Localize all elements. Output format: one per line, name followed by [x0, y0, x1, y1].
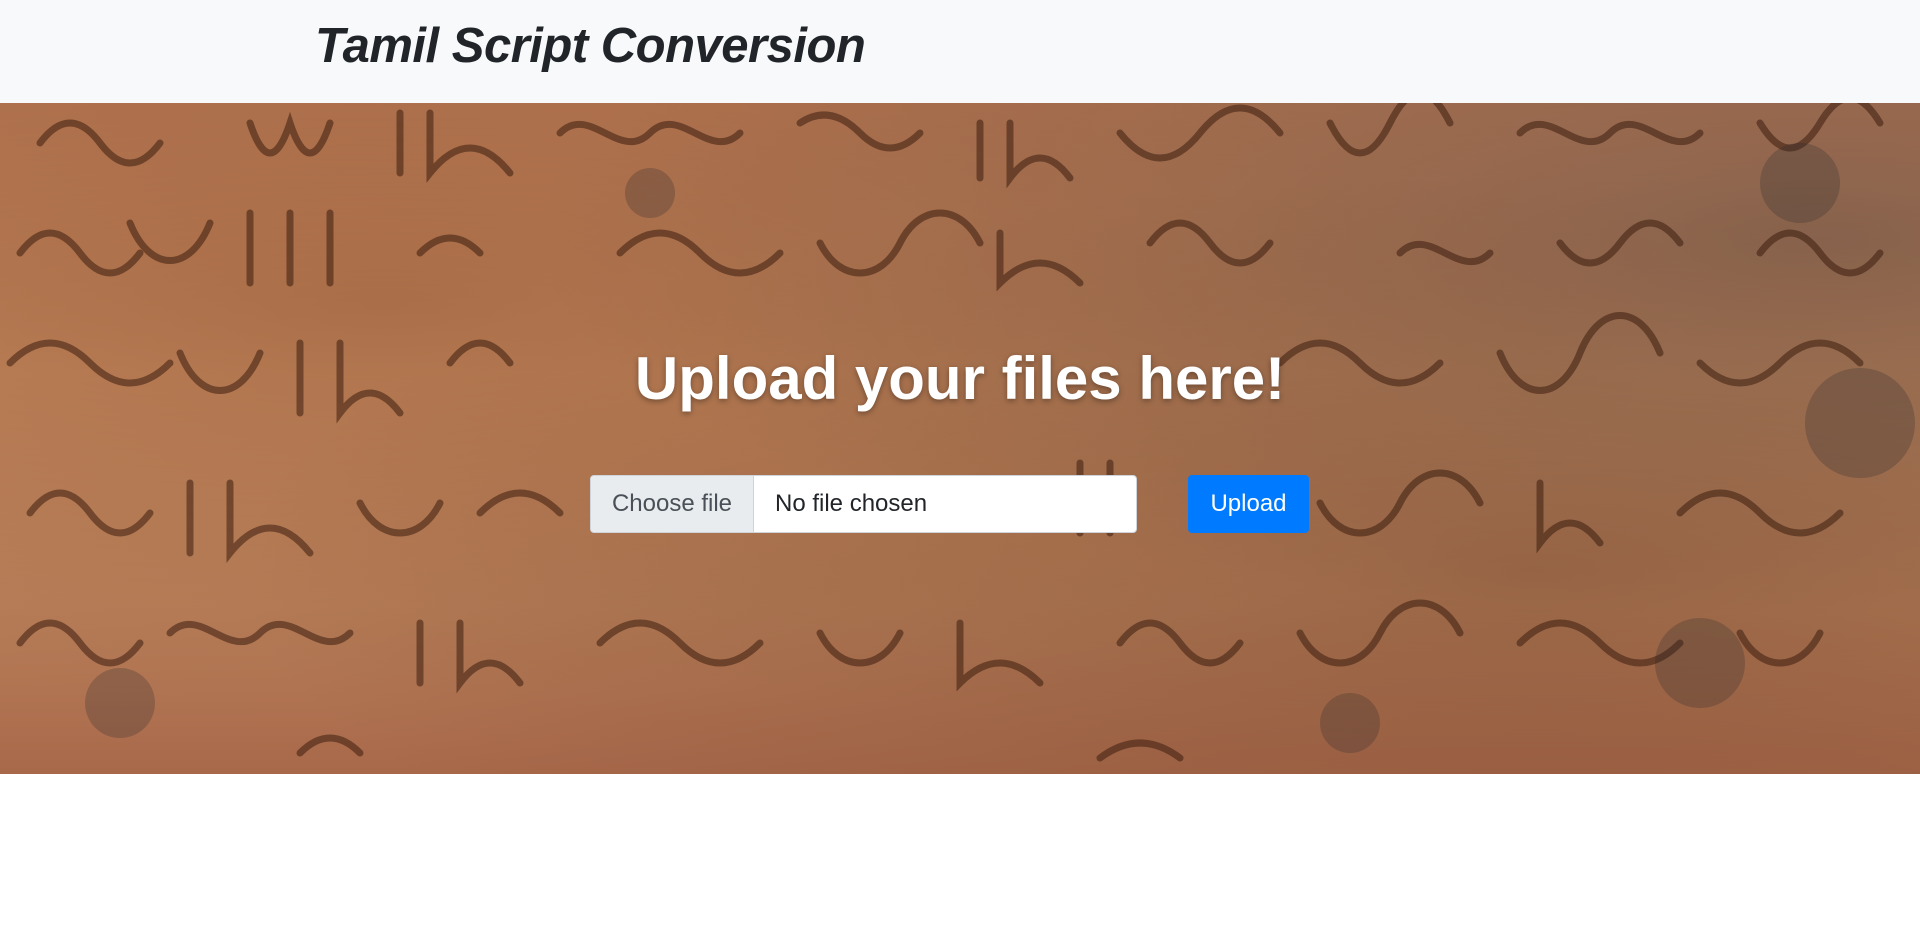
hero-banner: Upload your files here! Choose file No f…: [0, 103, 1920, 774]
file-status-text: No file chosen: [775, 490, 928, 517]
file-input[interactable]: Choose file No file chosen: [590, 475, 1137, 533]
hero-title: Upload your files here!: [634, 345, 1286, 412]
brand-title[interactable]: Tamil Script Conversion: [315, 18, 866, 74]
choose-file-button[interactable]: Choose file: [591, 476, 754, 532]
stone-inscription-background: [6, 103, 1915, 762]
navbar: Tamil Script Conversion: [0, 0, 1920, 103]
upload-button[interactable]: Upload: [1188, 475, 1309, 533]
